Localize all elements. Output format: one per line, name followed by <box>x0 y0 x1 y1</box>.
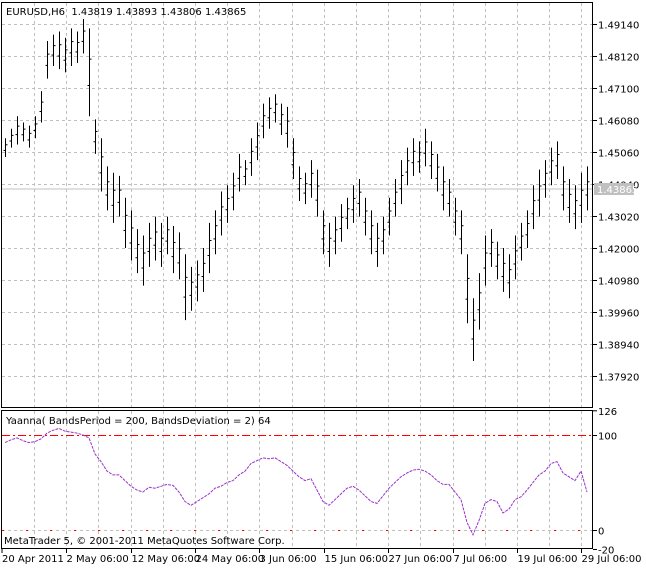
price-tick-label: 1.45060 <box>598 149 639 160</box>
indicator-tick-label: 126 <box>598 407 617 418</box>
time-tick-label: 24 May 06:00 <box>196 554 265 565</box>
time-tick-label: 3 Jun 06:00 <box>260 554 317 565</box>
price-tick-label: 1.49140 <box>598 21 639 32</box>
chart-window[interactable]: 1.491401.481201.471001.460801.450601.440… <box>0 0 646 569</box>
indicator-axis: 1261000-20 <box>593 407 617 557</box>
main-pane-border <box>1 2 593 408</box>
time-tick-label: 2 May 06:00 <box>67 554 129 565</box>
time-tick-label: 7 Jul 06:00 <box>454 554 508 565</box>
price-axis: 1.491401.481201.471001.460801.450601.440… <box>593 21 639 384</box>
price-tick-label: 1.37920 <box>598 373 639 384</box>
price-tick-label: 1.42000 <box>598 245 639 256</box>
indicator-line <box>4 427 588 537</box>
price-tick-label: 1.43020 <box>598 213 639 224</box>
time-tick-label: 15 Jun 06:00 <box>325 554 389 565</box>
time-tick-label: 27 Jun 06:00 <box>389 554 453 565</box>
time-tick-label: 19 Jul 06:00 <box>518 554 578 565</box>
main-grid <box>2 3 592 407</box>
copyright-text: MetaTrader 5, © 2001-2011 MetaQuotes Sof… <box>4 536 285 547</box>
price-tick-label: 1.48120 <box>598 53 639 64</box>
symbol-info: EURUSD,H6 1.43819 1.43893 1.43806 1.4386… <box>6 7 246 18</box>
price-tick-label: 1.38940 <box>598 341 639 352</box>
indicator-pane-border <box>1 410 593 549</box>
price-bars <box>3 18 590 361</box>
current-price-label: 1.43865 <box>597 185 638 196</box>
indicator-levels <box>2 435 592 531</box>
price-tick-label: 1.47100 <box>598 85 639 96</box>
indicator-tick-label: 100 <box>598 432 617 443</box>
time-tick-label: 12 May 06:00 <box>132 554 201 565</box>
indicator-label: Yaanna( BandsPeriod = 200, BandsDeviatio… <box>5 416 271 427</box>
time-tick-label: 20 Apr 2011 <box>2 554 64 565</box>
indicator-tick-label: 0 <box>598 527 604 538</box>
time-tick-label: 29 Jul 06:00 <box>582 554 642 565</box>
price-tick-label: 1.39960 <box>598 309 639 320</box>
time-axis: 20 Apr 2011 2 May 06:00 12 May 06:0024 May… <box>1 549 642 565</box>
price-tick-label: 1.40980 <box>598 277 639 288</box>
price-tick-label: 1.46080 <box>598 117 639 128</box>
